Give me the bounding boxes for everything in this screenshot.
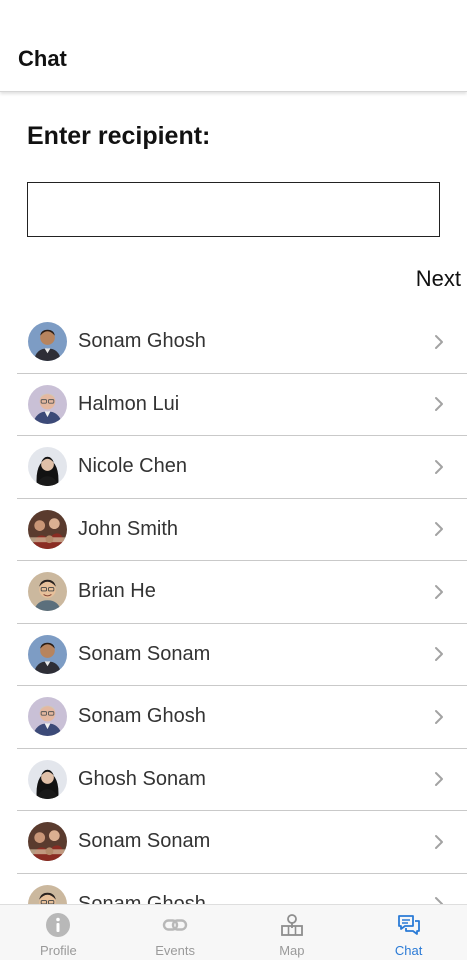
contact-name: Nicole Chen	[78, 455, 187, 478]
recipient-prompt: Enter recipient:	[27, 122, 211, 150]
contact-row[interactable]: Halmon Lui	[17, 374, 467, 436]
chat-icon	[396, 912, 422, 938]
tab-label: Chat	[394, 943, 423, 958]
contact-row[interactable]: Ghosh Sonam	[17, 749, 467, 811]
contact-row[interactable]: Sonam Ghosh	[17, 686, 467, 749]
contact-name: John Smith	[78, 517, 179, 540]
chevron-right-icon	[431, 646, 447, 662]
contact-row[interactable]: John Smith	[17, 499, 467, 561]
avatar	[28, 697, 67, 737]
recipient-input[interactable]	[27, 182, 440, 237]
avatar	[28, 509, 67, 549]
avatar	[28, 322, 67, 362]
bottom-tab-bar: Profile Events Map Chat	[0, 904, 467, 960]
chevron-right-icon	[431, 396, 447, 412]
chevron-right-icon	[431, 584, 447, 600]
contact-row[interactable]: Nicole Chen	[17, 436, 467, 499]
chevron-right-icon	[431, 771, 447, 787]
avatar	[28, 384, 67, 424]
contact-row[interactable]: Sonam Ghosh	[17, 874, 467, 904]
contact-name: Sonam Ghosh	[78, 330, 206, 353]
tab-label: Profile	[39, 943, 77, 958]
tab-map[interactable]: Map	[234, 905, 351, 960]
avatar	[28, 634, 67, 674]
contact-name: Sonam Sonam	[78, 830, 211, 853]
chevron-right-icon	[431, 834, 447, 850]
contact-name: Brian He	[78, 580, 156, 603]
chevron-right-icon	[431, 521, 447, 537]
link-icon	[162, 912, 188, 938]
chevron-right-icon	[431, 459, 447, 475]
tab-label: Events	[155, 943, 195, 958]
tab-profile[interactable]: Profile	[0, 905, 117, 960]
avatar	[28, 572, 67, 612]
map-icon	[279, 912, 305, 938]
contact-name: Sonam Ghosh	[78, 892, 206, 904]
chevron-right-icon	[431, 334, 447, 350]
contact-list: Sonam Ghosh Halmon Lui Nicole Chen John Smi…	[17, 311, 467, 904]
avatar	[28, 884, 67, 904]
contact-name: Sonam Ghosh	[78, 705, 206, 728]
tab-label: Map	[279, 943, 305, 958]
contact-row[interactable]: Sonam Sonam	[17, 624, 467, 686]
contact-name: Halmon Lui	[78, 392, 180, 415]
contact-row[interactable]: Sonam Ghosh	[17, 311, 467, 374]
tab-chat[interactable]: Chat	[350, 905, 467, 960]
contact-name: Sonam Sonam	[78, 642, 211, 665]
next-button[interactable]: Next	[416, 266, 461, 292]
app-header: Chat	[0, 0, 467, 92]
chevron-right-icon	[431, 709, 447, 725]
info-icon	[45, 912, 71, 938]
avatar	[28, 759, 67, 799]
page-title: Chat	[18, 46, 67, 71]
contact-row[interactable]: Sonam Sonam	[17, 811, 467, 874]
contact-name: Ghosh Sonam	[78, 767, 206, 790]
tab-events[interactable]: Events	[117, 905, 234, 960]
avatar	[28, 822, 67, 862]
contact-row[interactable]: Brian He	[17, 561, 467, 624]
avatar	[28, 447, 67, 487]
chevron-right-icon	[431, 896, 447, 904]
